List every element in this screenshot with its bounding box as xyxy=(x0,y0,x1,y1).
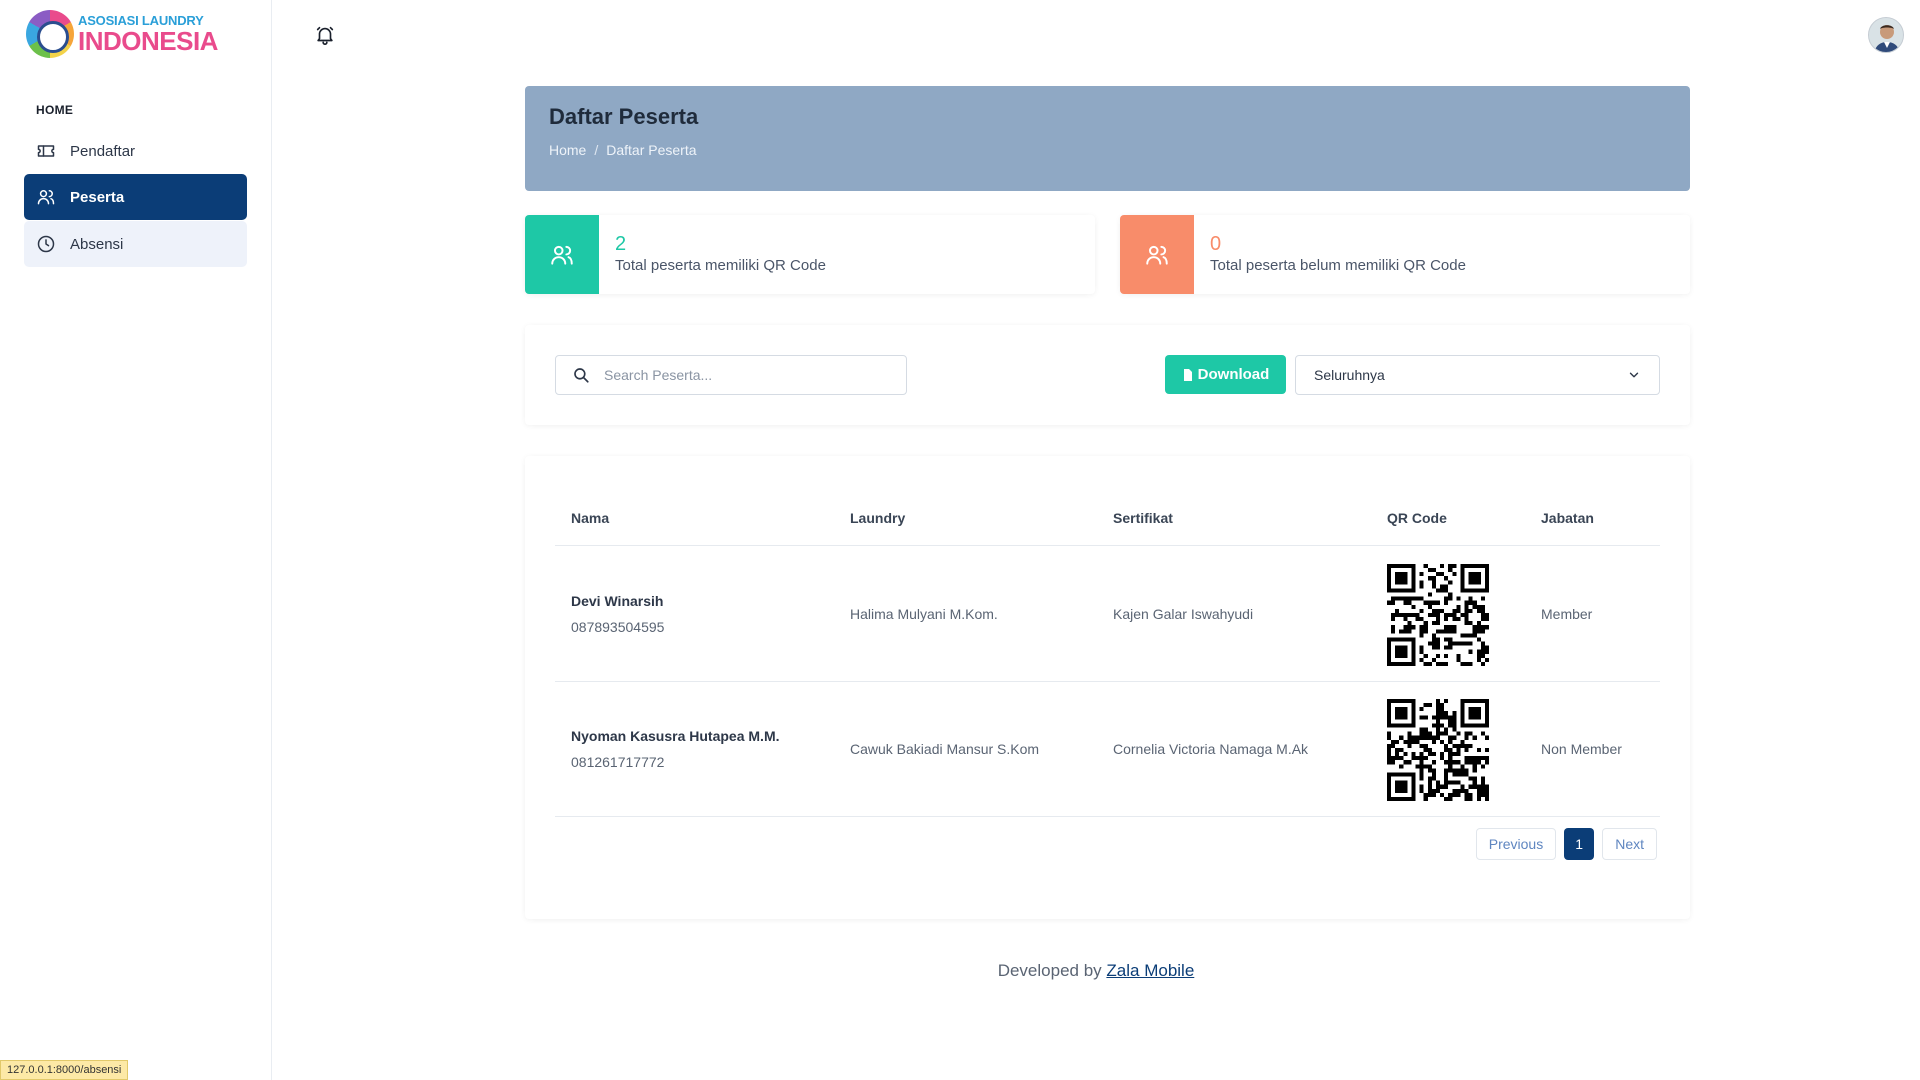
sidebar-item-label: Pendaftar xyxy=(70,142,136,160)
column-header-jabatan: Jabatan xyxy=(1541,510,1594,526)
column-header-laundry: Laundry xyxy=(850,510,906,526)
participant-name: Devi Winarsih xyxy=(571,593,664,609)
sidebar: ASOSIASI LAUNDRY INDONESIA HOME Pendafta… xyxy=(0,0,272,1080)
page-1-button[interactable]: 1 xyxy=(1564,828,1595,860)
bell-icon[interactable] xyxy=(314,24,336,46)
brand-line2: INDONESIA xyxy=(78,26,218,56)
table-row: Devi Winarsih 087893504595 Halima Mulyan… xyxy=(555,547,1660,682)
file-icon xyxy=(1183,368,1192,381)
filter-toolbar: Download Seluruhnya xyxy=(525,325,1690,425)
download-button[interactable]: Download xyxy=(1165,355,1286,394)
status-bar-url: 127.0.0.1:8000/absensi xyxy=(0,1060,129,1080)
stat-value: 0 xyxy=(1210,233,1222,255)
sidebar-item-label: Absensi xyxy=(70,235,124,253)
previous-page-button[interactable]: Previous xyxy=(1475,828,1557,860)
search-icon xyxy=(574,368,589,383)
download-label: Download xyxy=(1197,366,1270,383)
page-header: Daftar Peserta Home / Daftar Peserta xyxy=(525,86,1690,191)
users-icon xyxy=(551,245,573,265)
logo-icon xyxy=(26,10,74,58)
stat-label: Total peserta memiliki QR Code xyxy=(615,257,826,274)
participant-sertifikat: Kajen Galar Iswahyudi xyxy=(1113,606,1254,622)
qr-code-image[interactable] xyxy=(1387,564,1489,666)
next-page-button[interactable]: Next xyxy=(1602,828,1657,860)
search-box[interactable] xyxy=(555,355,907,395)
search-input[interactable] xyxy=(604,367,884,383)
sidebar-item-peserta[interactable]: Peserta xyxy=(24,174,247,220)
stat-card-without-qr: 0 Total peserta belum memiliki QR Code xyxy=(1120,215,1690,294)
stat-value: 2 xyxy=(615,233,627,255)
footer: Developed by Zala Mobile xyxy=(0,961,1920,981)
breadcrumb-separator: / xyxy=(594,142,599,158)
participants-table: Nama Laundry Sertifikat QR Code Jabatan … xyxy=(525,456,1690,919)
breadcrumb: Home / Daftar Peserta xyxy=(549,142,1666,158)
sidebar-item-pendaftar[interactable]: Pendaftar xyxy=(24,128,247,174)
users-icon xyxy=(37,190,55,205)
sidebar-item-absensi[interactable]: Absensi xyxy=(24,221,247,267)
avatar-image xyxy=(1869,18,1903,52)
stat-icon-box xyxy=(525,215,599,294)
footer-link[interactable]: Zala Mobile xyxy=(1106,961,1194,980)
participant-laundry: Cawuk Bakiadi Mansur S.Kom xyxy=(850,741,1040,757)
participant-phone: 081261717772 xyxy=(571,754,665,770)
participant-name: Nyoman Kasusra Hutapea M.M. xyxy=(571,728,780,744)
avatar[interactable] xyxy=(1868,17,1904,53)
filter-select-value: Seluruhnya xyxy=(1314,367,1385,383)
sidebar-item-label: Peserta xyxy=(70,188,125,206)
table-row: Nyoman Kasusra Hutapea M.M. 081261717772… xyxy=(555,682,1660,817)
stat-card-with-qr: 2 Total peserta memiliki QR Code xyxy=(525,215,1095,294)
clock-icon xyxy=(37,235,55,253)
stat-label: Total peserta belum memiliki QR Code xyxy=(1210,257,1466,274)
nav-section-title: HOME xyxy=(36,103,74,117)
participant-laundry: Halima Mulyani M.Kom. xyxy=(850,606,998,622)
pagination: Previous 1 Next xyxy=(1475,828,1657,860)
brand-logo[interactable]: ASOSIASI LAUNDRY INDONESIA xyxy=(26,10,218,58)
page-title: Daftar Peserta xyxy=(549,104,699,129)
ticket-icon xyxy=(37,145,55,157)
participant-jabatan: Non Member xyxy=(1541,741,1622,757)
qr-code-image[interactable] xyxy=(1387,699,1489,801)
participant-phone: 087893504595 xyxy=(571,619,665,635)
stat-icon-box xyxy=(1120,215,1194,294)
filter-select[interactable]: Seluruhnya xyxy=(1295,355,1660,395)
participant-jabatan: Member xyxy=(1541,606,1593,622)
breadcrumb-current: Daftar Peserta xyxy=(606,142,697,158)
column-header-sertifikat: Sertifikat xyxy=(1113,510,1173,526)
column-header-qr-code: QR Code xyxy=(1387,510,1447,526)
users-icon xyxy=(1146,245,1168,265)
table-header: Nama Laundry Sertifikat QR Code Jabatan xyxy=(555,456,1660,546)
footer-text: Developed by xyxy=(997,961,1102,980)
column-header-nama: Nama xyxy=(571,510,610,526)
chevron-down-icon xyxy=(1629,372,1639,378)
breadcrumb-home[interactable]: Home xyxy=(549,142,586,158)
participant-sertifikat: Cornelia Victoria Namaga M.Ak xyxy=(1113,741,1309,757)
